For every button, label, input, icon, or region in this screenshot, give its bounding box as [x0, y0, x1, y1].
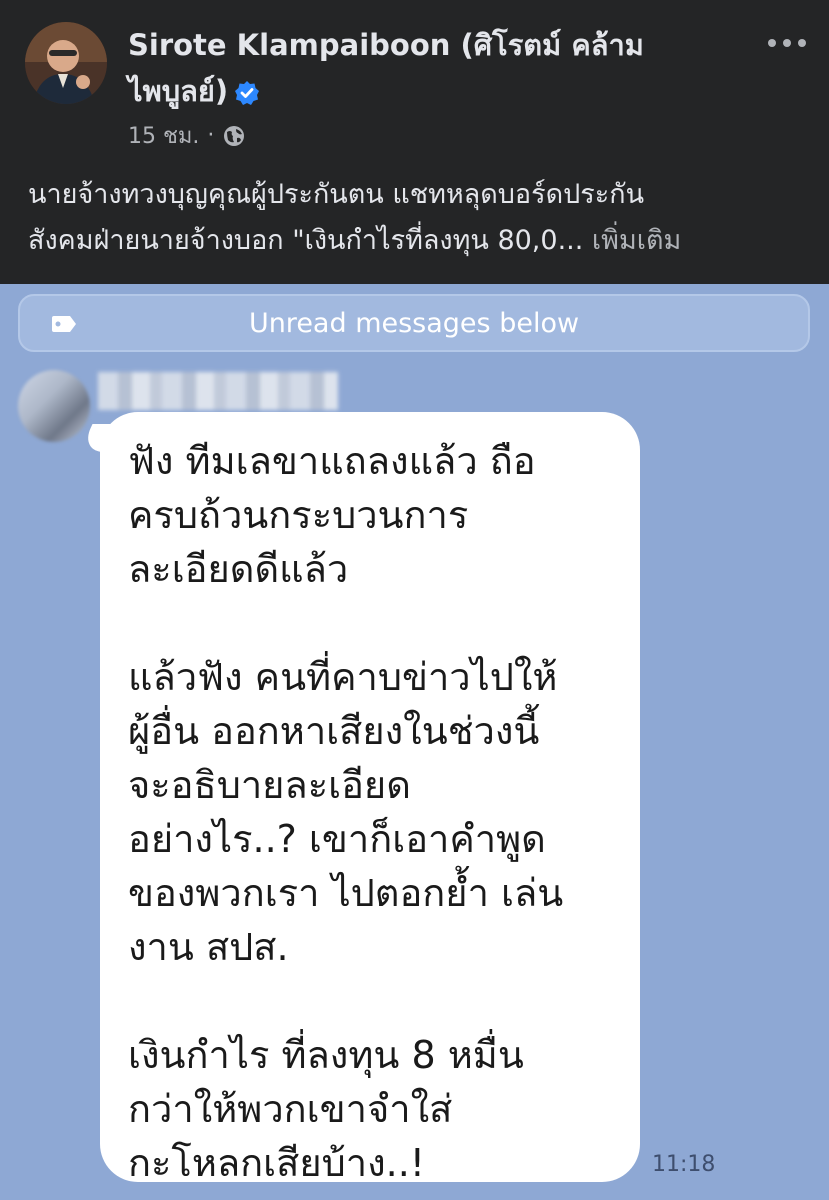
unread-messages-banner: Unread messages below [18, 294, 810, 352]
more-options-button[interactable] [767, 24, 807, 54]
author-name-text[interactable]: Sirote Klampaiboon (ศิโรตม์ คล้าม ไพบูลย… [128, 28, 644, 108]
message-text: ฟัง ทีมเลขาแถลงแล้ว ถือ ครบถ้วนกระบวนการ… [128, 439, 564, 1185]
author-avatar[interactable] [25, 22, 107, 104]
see-more-link[interactable]: เพิ่มเติม [592, 225, 681, 256]
meta-separator: · [207, 123, 215, 148]
tag-icon [52, 316, 76, 332]
more-horizontal-icon [768, 39, 806, 47]
post-meta: 15 ชม. · [128, 118, 246, 153]
author-name[interactable]: Sirote Klampaiboon (ศิโรตม์ คล้าม ไพบูลย… [128, 22, 728, 114]
unread-banner-text: Unread messages below [248, 307, 580, 339]
chat-screenshot: Unread messages below ฟัง ทีมเลขาแถลงแล้… [0, 284, 829, 1200]
post-text: นายจ้างทวงบุญคุณผู้ประกันตน แชทหลุดบอร์ด… [28, 179, 645, 256]
facebook-post: Sirote Klampaiboon (ศิโรตม์ คล้าม ไพบูลย… [0, 0, 829, 284]
sender-name-blurred [98, 372, 338, 410]
verified-badge-icon [235, 81, 260, 105]
message-time: 11:18 [652, 1152, 716, 1177]
message-bubble: ฟัง ทีมเลขาแถลงแล้ว ถือ ครบถ้วนกระบวนการ… [100, 412, 640, 1185]
post-body: นายจ้างทวงบุญคุณผู้ประกันตน แชทหลุดบอร์ด… [28, 172, 803, 264]
sender-avatar-blurred [18, 370, 90, 442]
globe-icon[interactable] [222, 124, 246, 148]
post-timestamp[interactable]: 15 ชม. [128, 118, 199, 153]
